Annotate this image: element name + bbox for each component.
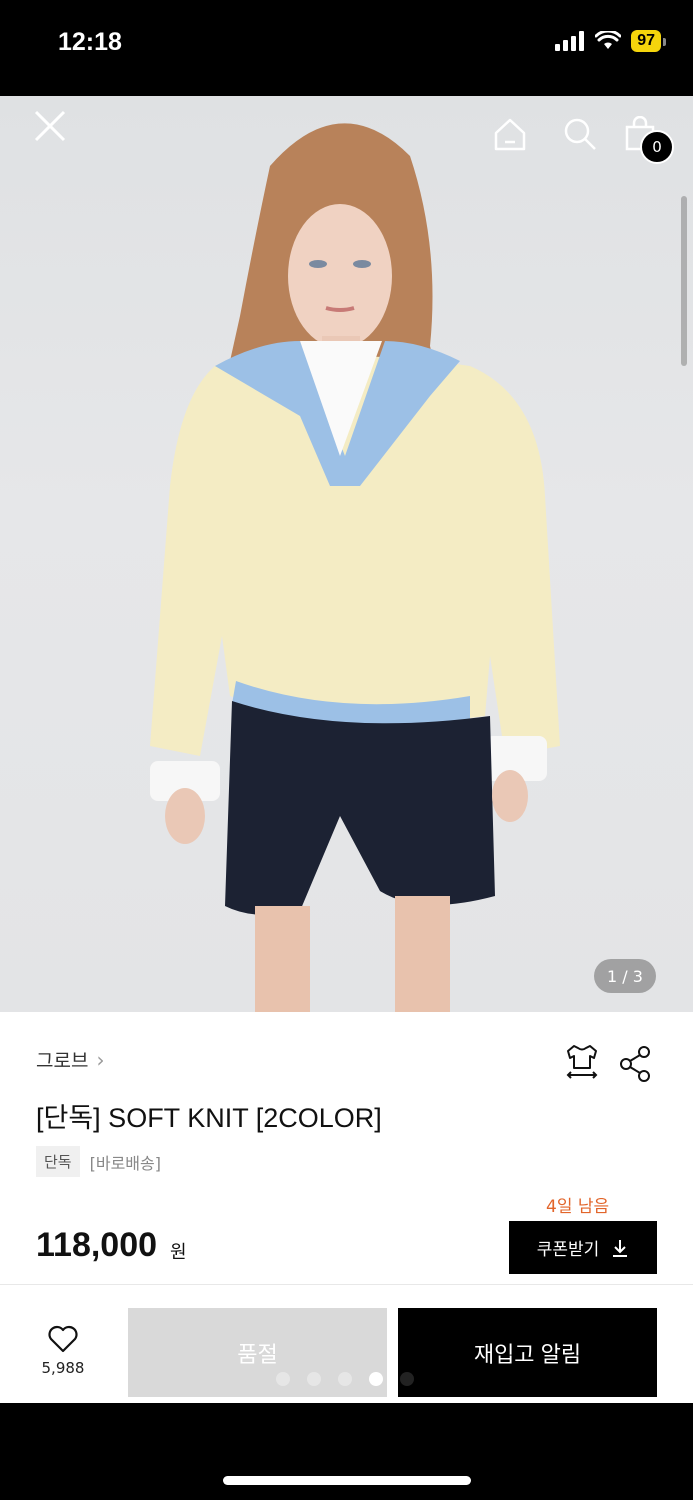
model-photo [150,123,560,1012]
search-icon [564,118,596,150]
home-indicator-area [0,1403,693,1500]
pagination-dot-active [369,1372,383,1386]
pagination-dot [338,1372,352,1386]
tag-shipping: [바로배송] [89,1153,161,1173]
share-button[interactable] [616,1044,656,1084]
home-icon [494,118,526,151]
coupon-button-label: 쿠폰받기 [536,1240,600,1259]
home-indicator[interactable] [223,1476,471,1485]
close-icon [34,110,66,142]
battery-level: 97 [631,30,666,52]
wifi-icon [595,31,622,49]
pagination-dot [400,1372,414,1386]
size-guide-button[interactable] [562,1042,602,1082]
status-time: 12:18 [58,28,122,56]
pagination-dot [276,1372,290,1386]
brand-link[interactable]: 그로브 › [36,1046,104,1073]
tag-exclusive: 단독 [36,1146,80,1177]
search-button[interactable] [560,114,600,154]
wish-count: 5,988 [41,1359,85,1377]
wishlist-button[interactable]: 5,988 [30,1325,96,1377]
price-unit: 원 [170,1242,187,1263]
product-info: 그로브 › [단독] SOFT KNIT [2COLOR] 단독 [바로배송] … [0,1012,693,1284]
pagination-dot [307,1372,321,1386]
signal-icon [555,31,585,51]
coupon-remaining: 4일 남음 [546,1197,610,1217]
chevron-right-icon: › [96,1047,105,1072]
product-title: [단독] SOFT KNIT [2COLOR] [36,1103,382,1133]
scrollbar[interactable] [681,196,687,366]
product-tags: 단독 [바로배송] [36,1146,161,1177]
home-button[interactable] [490,114,530,154]
download-icon [613,1239,628,1257]
share-icon [620,1046,650,1082]
status-bar: 12:18 97 [0,0,693,96]
heart-icon [48,1325,78,1353]
coupon-button[interactable]: 쿠폰받기 [509,1221,657,1274]
restock-alert-button[interactable]: 재입고 알림 [398,1308,657,1397]
size-guide-icon [566,1045,598,1079]
product-image-carousel[interactable] [0,96,693,1012]
pagination-dots [276,1372,414,1386]
close-button[interactable] [28,104,72,148]
product-price: 118,000 [36,1226,158,1264]
status-icons: 97 [555,30,666,52]
bottom-action-bar: 5,988 품절 재입고 알림 [0,1284,693,1403]
image-page-counter: 1 / 3 [594,959,656,993]
cart-count-badge: 0 [640,130,674,164]
brand-name: 그로브 [36,1050,89,1072]
